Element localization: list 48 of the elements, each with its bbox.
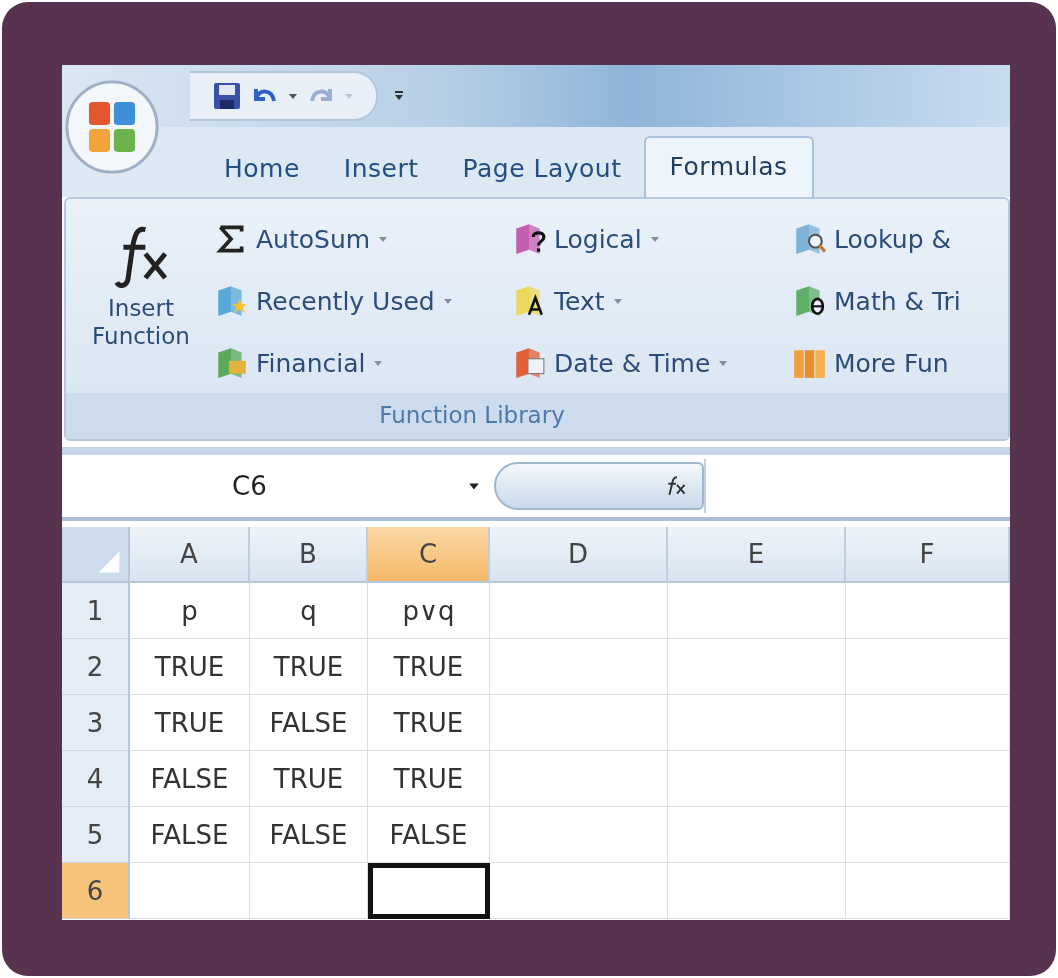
table-cell: FALSE	[250, 807, 368, 863]
ribbon-tab[interactable]: Home	[202, 154, 322, 197]
table-cell: TRUE	[368, 695, 490, 751]
row-header[interactable]: 4	[62, 751, 130, 807]
triangle-icon	[96, 549, 122, 575]
name-box[interactable]: C6	[62, 471, 462, 501]
table-cell: p∨q	[368, 583, 490, 639]
column-header[interactable]: B	[250, 527, 368, 583]
column-header[interactable]: A	[130, 527, 250, 583]
column-header[interactable]: E	[668, 527, 846, 583]
row-header[interactable]: 2	[62, 639, 130, 695]
function-category-button[interactable]: Math & Tri	[792, 273, 961, 329]
function-category-button[interactable]: Date & Time	[512, 335, 784, 391]
save-icon[interactable]	[212, 81, 242, 111]
row-header[interactable]: 1	[62, 583, 130, 639]
insert-function-button[interactable]: Insert Function	[76, 207, 206, 393]
function-category-button[interactable]: Text	[512, 273, 784, 329]
table-cell: FALSE	[368, 807, 490, 863]
function-category-button[interactable]: Logical	[512, 211, 784, 267]
customize-toolbar-icon[interactable]	[394, 90, 404, 102]
table-cell: TRUE	[250, 639, 368, 695]
row-header[interactable]: 6	[62, 863, 130, 919]
table-cell: TRUE	[250, 751, 368, 807]
active-cell[interactable]	[368, 863, 490, 919]
function-category-button[interactable]: Lookup &	[792, 211, 961, 267]
column-header[interactable]: C	[368, 527, 490, 583]
function-category-button[interactable]: More Fun	[792, 335, 961, 391]
column-header[interactable]: D	[490, 527, 668, 583]
function-category-button[interactable]: Recently Used	[214, 273, 504, 329]
table-cell: TRUE	[368, 751, 490, 807]
ribbon-tab[interactable]: Insert	[321, 154, 441, 197]
column-header[interactable]: F	[846, 527, 1010, 583]
table-cell: FALSE	[250, 695, 368, 751]
function-category-button[interactable]: Financial	[214, 335, 504, 391]
ribbon-tab[interactable]: Page Layout	[440, 154, 644, 197]
table-cell: p	[130, 583, 250, 639]
function-category-button[interactable]: AutoSum	[214, 211, 504, 267]
table-cell: FALSE	[130, 751, 250, 807]
table-cell: TRUE	[368, 639, 490, 695]
table-cell: FALSE	[130, 807, 250, 863]
group-label: Function Library	[66, 393, 1008, 439]
caret-icon[interactable]	[288, 91, 298, 101]
table-cell: q	[250, 583, 368, 639]
table-cell: TRUE	[130, 639, 250, 695]
ribbon-tab[interactable]: Formulas	[643, 136, 814, 197]
table-cell: TRUE	[130, 695, 250, 751]
row-header[interactable]: 3	[62, 695, 130, 751]
row-header[interactable]: 5	[62, 807, 130, 863]
